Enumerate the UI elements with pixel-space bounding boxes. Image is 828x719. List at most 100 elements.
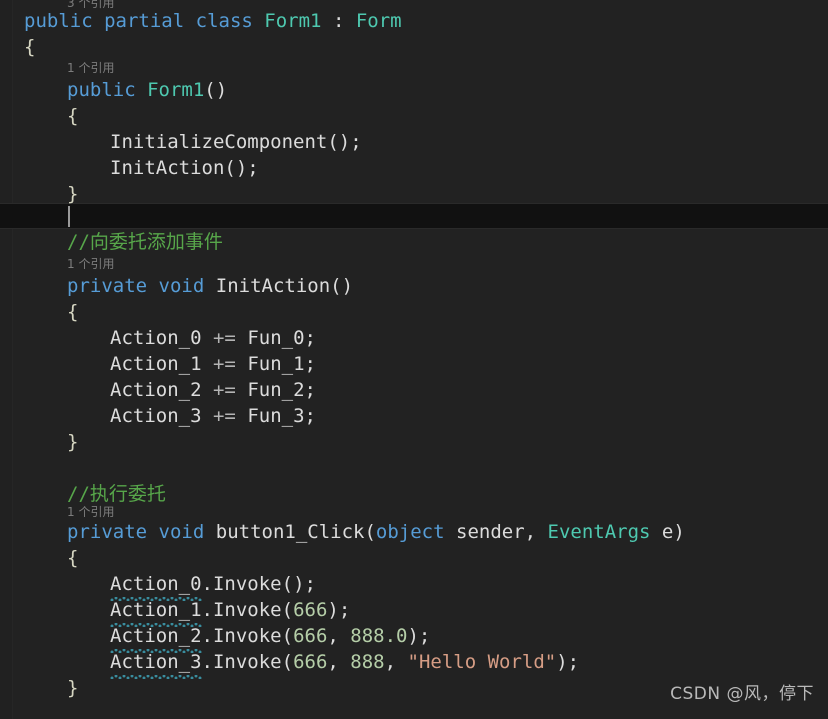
token-comma: ,: [384, 651, 408, 673]
token-parens: (): [330, 275, 354, 297]
code-line-invoke-action1: Action_1.Invoke(666);: [110, 597, 351, 627]
codelens-initaction-references[interactable]: 1 个引用: [67, 257, 114, 272]
token-operator-plus-equals: +=: [212, 353, 236, 375]
token-number-arg1: 666: [293, 599, 328, 621]
token-call-invoke: Invoke: [212, 599, 282, 621]
code-line-invoke-action3: Action_3.Invoke(666, 888, "Hello World")…: [110, 649, 580, 679]
token-number-arg2: 888: [350, 651, 385, 673]
code-content[interactable]: 3 个引用 public partial class Form1 : Form …: [0, 0, 828, 719]
code-line-initializecomponent: InitializeComponent();: [110, 129, 362, 155]
token-dot: .: [201, 625, 213, 647]
code-line-action0-add: Action_0 += Fun_0;: [110, 325, 316, 351]
code-line-initaction-open-brace: {: [67, 299, 78, 325]
token-call-close: );: [293, 573, 316, 595]
codelens-button-click-references[interactable]: 1 个引用: [67, 505, 114, 520]
token-comment: //向委托添加事件: [67, 231, 223, 253]
token-fun-2: Fun_2: [247, 379, 305, 401]
token-dot: .: [201, 651, 213, 673]
token-action-2: Action_2: [110, 379, 202, 401]
token-call-close: );: [407, 625, 431, 647]
token-keyword-void: void: [158, 275, 205, 297]
token-paren-open: (: [364, 521, 376, 543]
token-paren-open: (: [281, 573, 294, 595]
code-editor[interactable]: 3 个引用 public partial class Form1 : Form …: [0, 0, 828, 719]
token-type-form: Form: [355, 10, 402, 32]
token-fun-3: Fun_3: [247, 405, 305, 427]
token-dot: .: [201, 573, 213, 595]
token-call-invoke: Invoke: [212, 573, 282, 595]
token-action-0-error: Action_0: [110, 573, 202, 601]
token-action-3-error: Action_3: [110, 651, 202, 679]
token-action-1: Action_1: [110, 353, 202, 375]
token-keyword-class: class: [195, 10, 253, 32]
token-comma: ,: [327, 651, 351, 673]
token-semicolon: ;: [304, 353, 316, 375]
token-fun-1: Fun_1: [247, 353, 305, 375]
token-brace-close: }: [67, 183, 79, 205]
code-line-constructor-close-brace: }: [67, 181, 78, 207]
token-fun-0: Fun_0: [247, 327, 305, 349]
token-operator-plus-equals: +=: [212, 405, 236, 427]
code-line-invoke-action2: Action_2.Invoke(666, 888.0);: [110, 623, 431, 653]
code-line-invoke-action0: Action_0.Invoke();: [110, 571, 316, 601]
token-keyword-public: public: [67, 79, 136, 101]
code-line-action1-add: Action_1 += Fun_1;: [110, 351, 316, 377]
token-call-tail: ();: [327, 131, 362, 153]
token-method-button1-click: button1_Click: [215, 521, 365, 543]
code-line-initaction-signature: private void InitAction(): [67, 273, 353, 299]
codelens-constructor-references[interactable]: 1 个引用: [67, 61, 114, 76]
token-comma: ,: [327, 625, 351, 647]
token-call-close: );: [556, 651, 580, 673]
token-call-close: );: [327, 599, 351, 621]
token-number-arg1: 666: [293, 651, 328, 673]
csdn-watermark: CSDN @风，停下: [670, 684, 814, 704]
token-dot: .: [201, 599, 213, 621]
token-comment: //执行委托: [67, 483, 166, 505]
code-line-button-click-signature: private void button1_Click(object sender…: [67, 519, 685, 545]
token-paren-close: ): [673, 521, 685, 543]
token-semicolon: ;: [304, 327, 316, 349]
token-semicolon: ;: [304, 379, 316, 401]
token-number-arg1: 666: [293, 625, 328, 647]
token-keyword-void: void: [158, 521, 205, 543]
token-action-1-error: Action_1: [110, 599, 202, 627]
code-line-initaction-close-brace: }: [67, 429, 78, 455]
token-type-eventargs: EventArgs: [547, 521, 651, 543]
token-operator-plus-equals: +=: [212, 327, 236, 349]
token-call-invoke: Invoke: [212, 651, 282, 673]
token-paren-open: (: [281, 625, 294, 647]
token-keyword-partial: partial: [104, 10, 185, 32]
token-string-hello-world: "Hello World": [407, 651, 557, 673]
code-line-constructor-signature: public Form1(): [67, 77, 227, 103]
token-keyword-private: private: [67, 521, 148, 543]
token-brace-open: {: [67, 547, 79, 569]
token-action-3: Action_3: [110, 405, 202, 427]
token-call-initializecomponent: InitializeComponent: [110, 131, 328, 153]
token-brace-open: {: [24, 36, 36, 58]
code-line-class-open-brace: {: [24, 34, 35, 60]
token-call-invoke: Invoke: [212, 625, 282, 647]
token-brace-close: }: [67, 677, 79, 699]
token-operator-plus-equals: +=: [212, 379, 236, 401]
code-line-action3-add: Action_3 += Fun_3;: [110, 403, 316, 429]
code-line-action2-add: Action_2 += Fun_2;: [110, 377, 316, 403]
code-line-class-declaration: public partial class Form1 : Form: [24, 8, 402, 34]
token-param-sender: sender,: [444, 521, 548, 543]
token-type-form1: Form1: [264, 10, 322, 32]
code-line-comment-add-event: //向委托添加事件: [67, 229, 223, 255]
token-paren-open: (: [281, 599, 294, 621]
